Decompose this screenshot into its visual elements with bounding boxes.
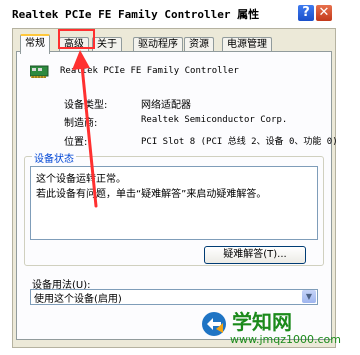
- watermark-url: www.jmqz1000.com: [230, 333, 341, 346]
- watermark-title: 学知网: [232, 310, 292, 334]
- arrow-annotation: [72, 50, 98, 208]
- watermark-logo-icon: [202, 312, 226, 336]
- tab-general[interactable]: 常规: [20, 34, 50, 54]
